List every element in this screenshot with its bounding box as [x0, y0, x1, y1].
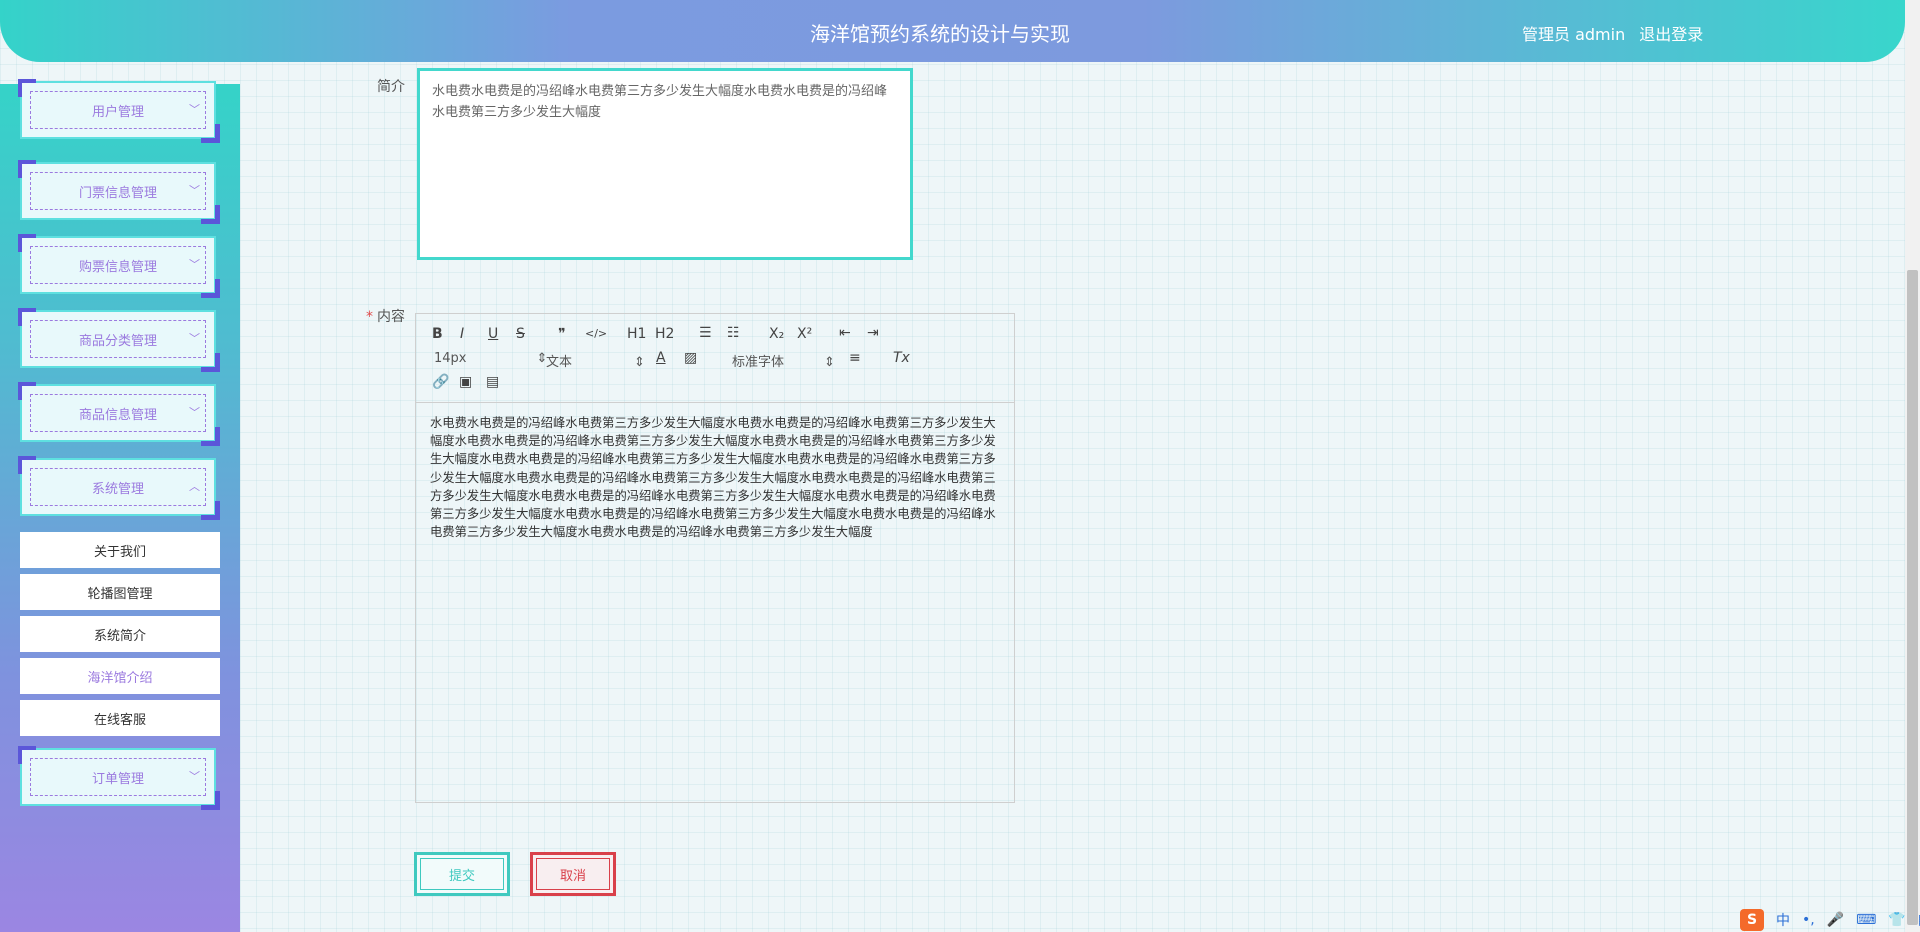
chevron-updown-icon: ⇕ [634, 355, 645, 370]
scrollbar[interactable] [1905, 0, 1920, 932]
sidebar-item-label: 商品信息管理 [30, 394, 206, 432]
chevron-down-icon: ﹀ [189, 184, 200, 197]
user-area: 管理员 admin 退出登录 [1522, 21, 1703, 45]
video-icon[interactable]: ▤ [486, 374, 499, 390]
quote-icon[interactable]: ❞ [558, 326, 566, 342]
summary-label: 简介 [377, 79, 405, 95]
bold-button[interactable]: B [432, 326, 443, 342]
chevron-down-icon: ﹀ [189, 103, 200, 116]
submenu-item-system-intro[interactable]: 系统简介 [20, 616, 220, 652]
sidebar: 用户管理 ﹀ 门票信息管理 ﹀ 购票信息管理 ﹀ 商品分类管理 ﹀ 商品信息管理… [0, 79, 240, 932]
submit-button[interactable]: 提交 [414, 852, 510, 896]
submenu-item-about[interactable]: 关于我们 [20, 532, 220, 568]
skin-icon[interactable]: 👕 [1888, 912, 1905, 928]
align-icon[interactable]: ≡ [849, 350, 861, 366]
underline-button[interactable]: U [488, 326, 498, 342]
chevron-up-icon: ︿ [189, 480, 200, 493]
microphone-icon[interactable]: 🎤 [1827, 912, 1844, 928]
chevron-down-icon: ﹀ [189, 258, 200, 271]
chevron-down-icon: ﹀ [189, 770, 200, 783]
background-color-icon[interactable]: ▨ [684, 350, 697, 366]
ime-tray: S 中 •, 🎤 ⌨ 👕 ▦ [1740, 908, 1920, 932]
sidebar-item-user-management[interactable]: 用户管理 ﹀ [18, 79, 220, 143]
font-size-value: 14px [434, 351, 467, 366]
ime-logo[interactable]: S [1740, 909, 1764, 931]
user-label: 管理员 admin [1522, 25, 1626, 44]
app-header: 海洋馆预约系统的设计与实现 管理员 admin 退出登录 [0, 0, 1905, 62]
chevron-updown-icon: ⇕ [824, 355, 835, 370]
link-icon[interactable]: 🔗 [432, 374, 449, 390]
subscript-button[interactable]: X₂ [769, 326, 784, 342]
text-type-value: 文本 [546, 355, 573, 370]
sidebar-item-label: 用户管理 [30, 91, 206, 129]
punctuation-icon[interactable]: •, [1802, 912, 1815, 928]
ordered-list-icon[interactable]: ☰ [699, 325, 712, 341]
h2-button[interactable]: H2 [655, 326, 674, 342]
sidebar-item-goods-info[interactable]: 商品信息管理 ﹀ [18, 382, 220, 446]
font-size-select[interactable]: 14px ⇕ [434, 351, 547, 366]
keyboard-icon[interactable]: ⌨ [1856, 912, 1876, 928]
summary-textarea[interactable]: 水电费水电费是的冯绍峰水电费第三方多少发生大幅度水电费水电费是的冯绍峰水电费第三… [417, 68, 913, 260]
code-icon[interactable]: </> [585, 327, 607, 340]
italic-button[interactable]: I [460, 326, 464, 342]
required-mark: * [366, 309, 373, 325]
sidebar-item-label: 门票信息管理 [30, 172, 206, 210]
outdent-icon[interactable]: ⇤ [839, 325, 851, 341]
rich-text-editor: B I U S ❞ </> H1 H2 ☰ ☷ X₂ X² ⇤ ⇥ 14px ⇕ … [415, 313, 1015, 803]
sidebar-item-label: 购票信息管理 [30, 246, 206, 284]
chevron-down-icon: ﹀ [189, 332, 200, 345]
h1-button[interactable]: H1 [627, 326, 646, 342]
bullet-list-icon[interactable]: ☷ [727, 325, 740, 341]
font-family-value: 标准字体 [732, 355, 785, 370]
strike-button[interactable]: S [516, 326, 525, 342]
editor-toolbar: B I U S ❞ </> H1 H2 ☰ ☷ X₂ X² ⇤ ⇥ 14px ⇕ … [416, 314, 1014, 403]
cancel-button[interactable]: 取消 [530, 852, 616, 896]
sidebar-item-label: 商品分类管理 [30, 320, 206, 358]
sidebar-item-label: 系统管理 [30, 468, 206, 506]
content-label: * 内容 [366, 306, 405, 326]
submenu-item-aquarium-intro[interactable]: 海洋馆介绍 [20, 658, 220, 694]
sidebar-item-purchase-info[interactable]: 购票信息管理 ﹀ [18, 234, 220, 298]
sidebar-item-goods-category[interactable]: 商品分类管理 ﹀ [18, 308, 220, 372]
image-icon[interactable]: ▣ [459, 374, 472, 390]
text-type-select[interactable]: 文本 ⇕ [546, 351, 645, 370]
superscript-button[interactable]: X² [797, 326, 812, 342]
editor-content[interactable]: 水电费水电费是的冯绍峰水电费第三方多少发生大幅度水电费水电费是的冯绍峰水电费第三… [430, 414, 996, 541]
indent-icon[interactable]: ⇥ [867, 325, 879, 341]
sidebar-item-ticket-info[interactable]: 门票信息管理 ﹀ [18, 160, 220, 224]
logout-link[interactable]: 退出登录 [1639, 21, 1703, 45]
content-label-text: 内容 [377, 309, 405, 325]
chevron-down-icon: ﹀ [189, 406, 200, 419]
ime-lang[interactable]: 中 [1776, 910, 1790, 930]
font-family-select[interactable]: 标准字体 ⇕ [732, 351, 835, 370]
submenu-item-carousel[interactable]: 轮播图管理 [20, 574, 220, 610]
sidebar-item-label: 订单管理 [30, 758, 206, 796]
clear-format-button[interactable]: Tx [893, 350, 910, 366]
submenu-item-online-service[interactable]: 在线客服 [20, 700, 220, 736]
scrollbar-thumb[interactable] [1907, 270, 1918, 925]
sidebar-item-orders[interactable]: 订单管理 ﹀ [18, 746, 220, 810]
sidebar-item-system[interactable]: 系统管理 ︿ [18, 456, 220, 520]
font-color-button[interactable]: A [656, 350, 666, 366]
